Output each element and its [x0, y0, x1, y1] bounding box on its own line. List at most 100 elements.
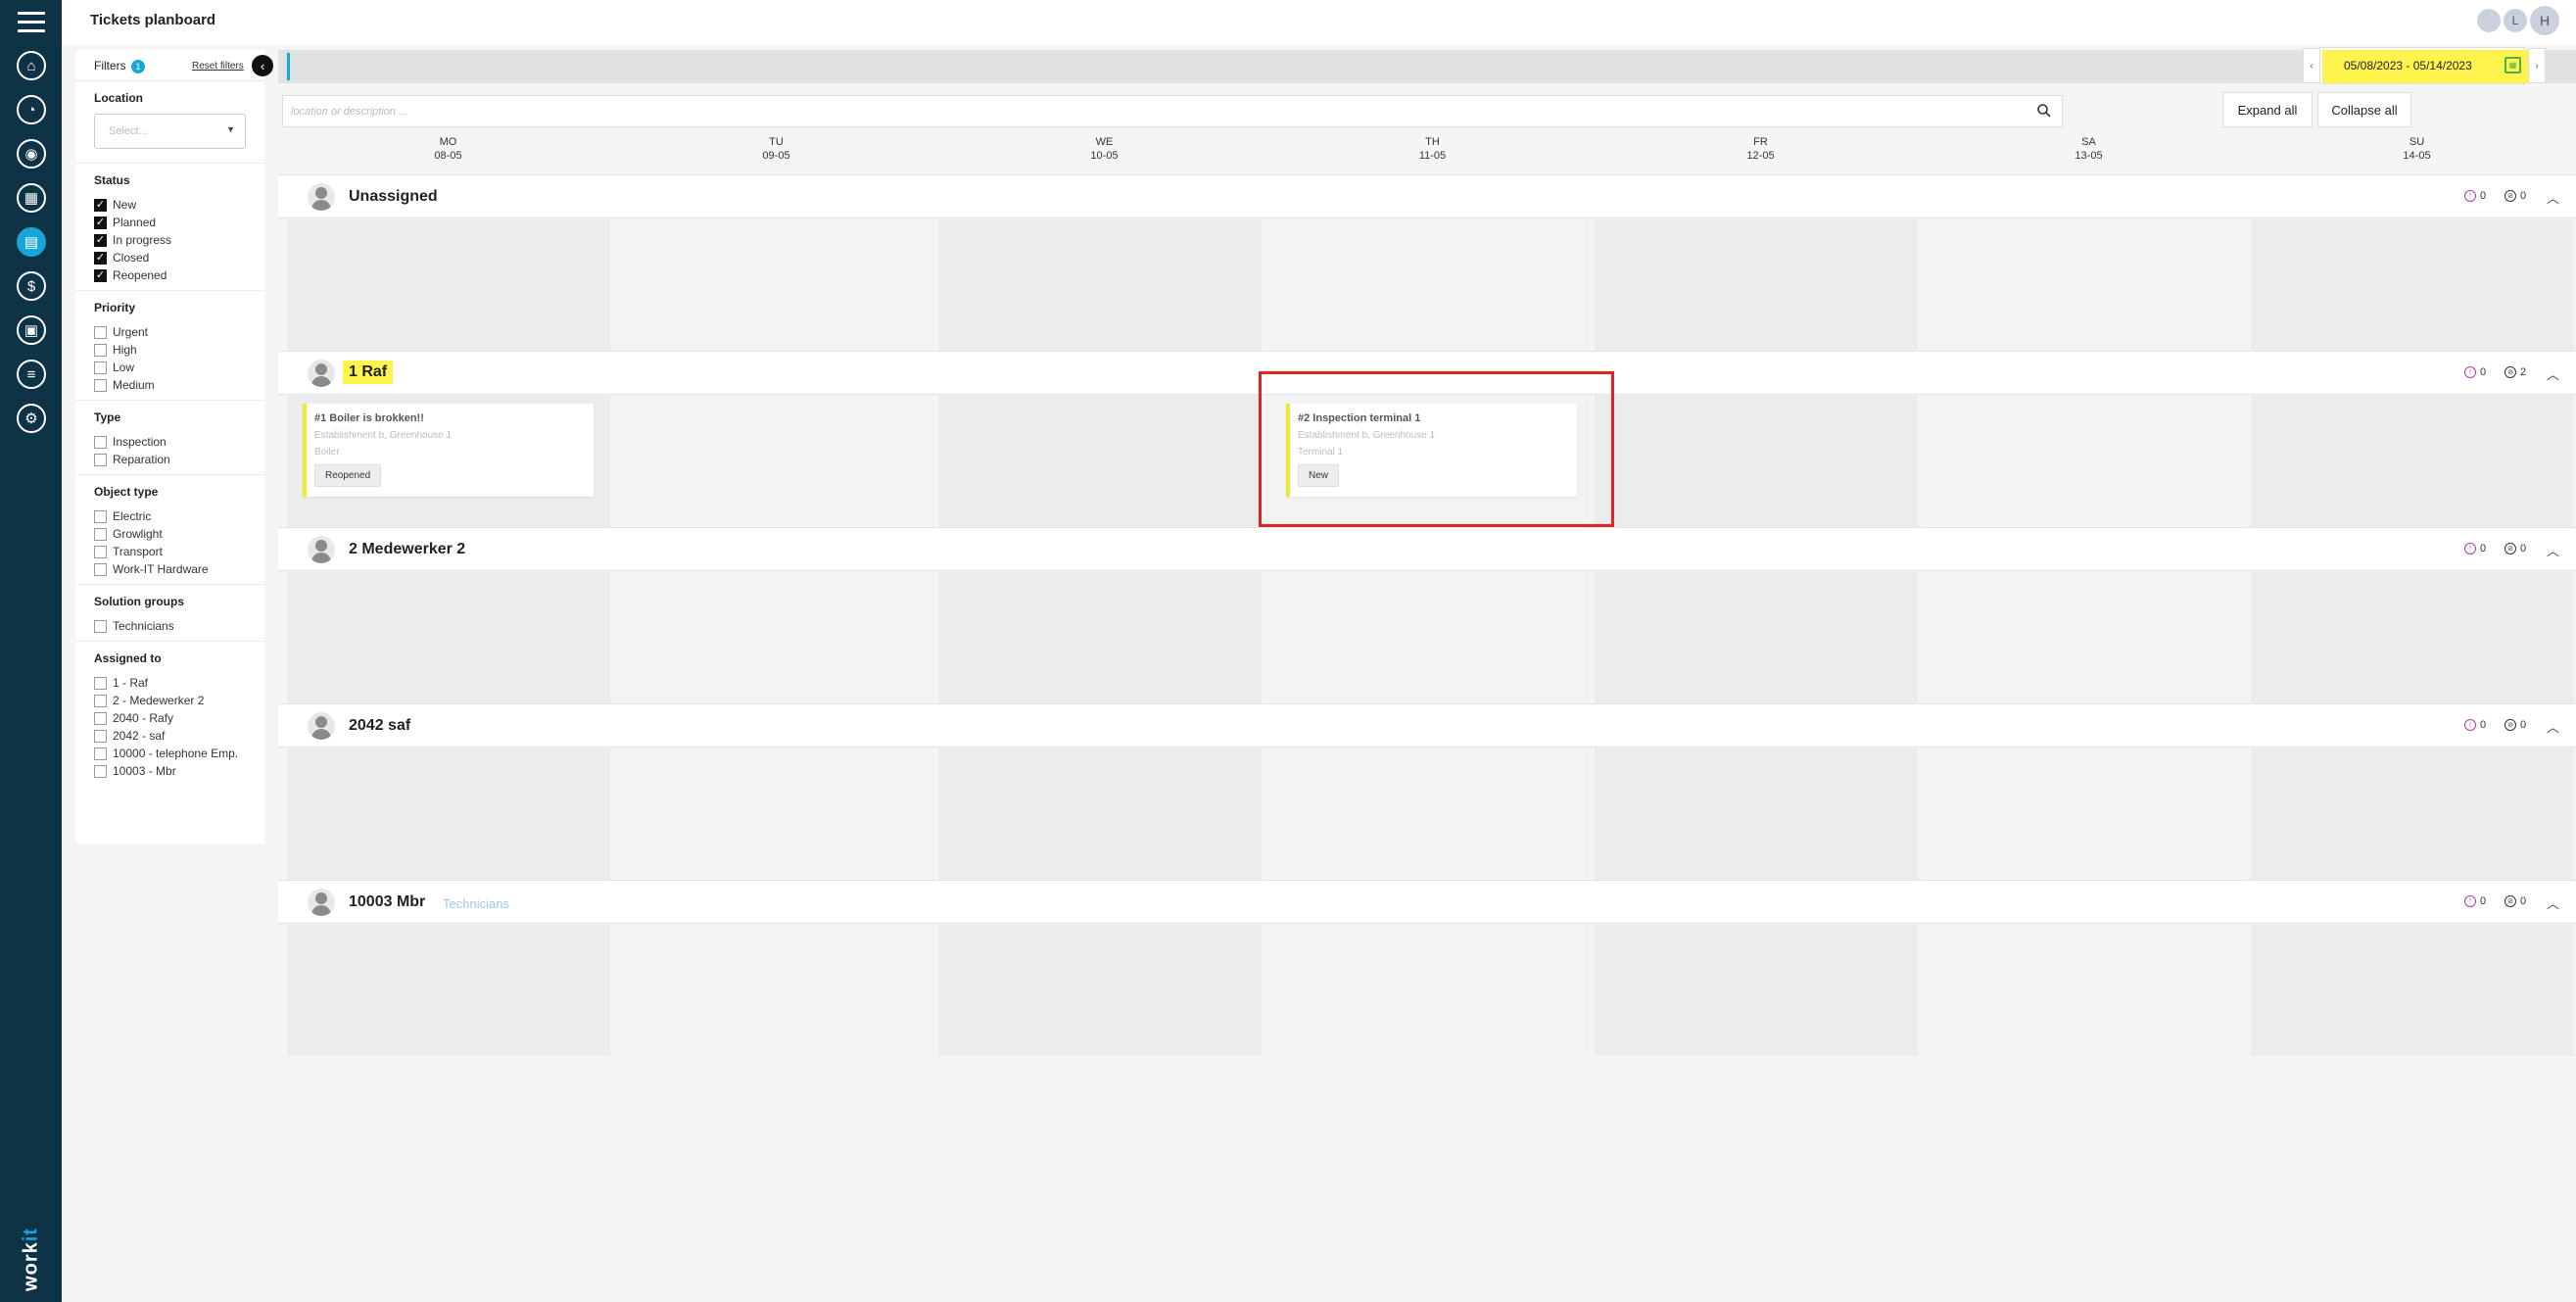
day-cell[interactable] — [938, 572, 1262, 703]
assigned-1-raf-checkbox[interactable]: 1 - Raf — [94, 674, 264, 692]
day-cell[interactable] — [287, 925, 610, 1056]
calendar-icon[interactable]: ▦ — [2504, 57, 2521, 73]
status-reopened-checkbox[interactable]: ✓ Reopened — [94, 266, 264, 284]
location-select[interactable]: Select... ▼ — [94, 114, 246, 149]
day-cell[interactable] — [610, 748, 933, 880]
row-name: 10003 Mbr — [349, 893, 426, 910]
reset-filters-link[interactable]: Reset filters — [192, 61, 244, 72]
status-in-progress-checkbox[interactable]: ✓ In progress — [94, 231, 264, 249]
day-cell[interactable] — [287, 748, 610, 880]
row-header-2-medewerker[interactable]: 2 Medewerker 2 ! 0 ⊘ 0 ︿ — [278, 527, 2576, 571]
chevron-down-icon: ▼ — [226, 124, 235, 134]
expand-all-button[interactable]: Expand all — [2222, 92, 2313, 127]
day-cell[interactable] — [1923, 748, 2246, 880]
chevron-up-icon[interactable]: ︿ — [2547, 364, 2559, 383]
day-cell[interactable] — [1266, 748, 1590, 880]
day-cell[interactable] — [1595, 925, 1918, 1056]
top-bar: Tickets planboard L H — [62, 0, 2576, 45]
day-cell[interactable] — [287, 219, 610, 351]
collapse-all-button[interactable]: Collapse all — [2317, 92, 2411, 127]
ticket-card[interactable]: #1 Boiler is brokken!! Establishment b, … — [303, 404, 594, 497]
dollar-icon[interactable]: $ — [17, 271, 46, 301]
day-cell[interactable] — [1595, 572, 1918, 703]
search-icon[interactable] — [2036, 103, 2052, 119]
type-reparation-checkbox[interactable]: Reparation — [94, 451, 264, 468]
day-cell[interactable] — [2251, 748, 2574, 880]
day-cell[interactable] — [2251, 219, 2574, 351]
priority-high-checkbox[interactable]: High — [94, 341, 264, 359]
page-title: Tickets planboard — [90, 12, 216, 28]
priority-low-checkbox[interactable]: Low — [94, 359, 264, 376]
report-icon[interactable]: ▣ — [17, 315, 46, 345]
toolbar-marker — [287, 53, 290, 80]
object-transport-checkbox[interactable]: Transport — [94, 543, 264, 560]
row-name: 1 Raf — [343, 361, 394, 384]
eye-icon[interactable]: ◉ — [17, 139, 46, 169]
date-range-picker[interactable]: ‹ 05/08/2023 - 05/14/2023 ▦ › — [2303, 47, 2546, 84]
prev-week-button[interactable]: ‹ — [2303, 48, 2320, 83]
clipboard-icon[interactable]: ▤ — [17, 227, 46, 257]
settings-icon[interactable]: ⚙ — [17, 404, 46, 433]
user-badge-l[interactable]: L — [2504, 9, 2527, 32]
assigned-10000-telephone-checkbox[interactable]: 10000 - telephone Emp. — [94, 745, 264, 762]
database-icon[interactable]: ≡ — [17, 360, 46, 389]
assigned-10003-mbr-checkbox[interactable]: 10003 - Mbr — [94, 762, 264, 780]
collapse-panel-icon[interactable]: ‹ — [252, 55, 273, 76]
row-name: 2 Medewerker 2 — [349, 541, 466, 557]
hamburger-menu-icon[interactable] — [18, 12, 45, 33]
assigned-2042-saf-checkbox[interactable]: 2042 - saf — [94, 727, 264, 745]
day-cell[interactable] — [1266, 219, 1590, 351]
day-cell[interactable] — [1595, 748, 1918, 880]
day-cell[interactable] — [610, 219, 933, 351]
day-cell[interactable] — [938, 925, 1262, 1056]
chevron-up-icon[interactable]: ︿ — [2547, 893, 2559, 912]
priority-medium-checkbox[interactable]: Medium — [94, 376, 264, 394]
day-cell[interactable] — [2251, 396, 2574, 527]
day-cell[interactable] — [1595, 219, 1918, 351]
group-technicians-checkbox[interactable]: Technicians — [94, 617, 264, 635]
day-cell[interactable] — [1923, 396, 2246, 527]
day-cell[interactable] — [938, 396, 1262, 527]
calculator-icon[interactable]: ▦ — [17, 183, 46, 213]
day-cell[interactable] — [1923, 572, 2246, 703]
day-header: MO 08-05 — [434, 136, 462, 162]
solution-groups-filter: Solution groups Technicians — [75, 585, 264, 642]
row-header-2042-saf[interactable]: 2042 saf ! 0 ⊘ 0 ︿ — [278, 703, 2576, 747]
assigned-2040-rafy-checkbox[interactable]: 2040 - Rafy — [94, 709, 264, 727]
day-cell[interactable] — [610, 396, 933, 527]
day-cell[interactable] — [610, 572, 933, 703]
day-cell[interactable] — [610, 925, 933, 1056]
object-electric-checkbox[interactable]: Electric — [94, 507, 264, 525]
avatar — [308, 712, 335, 740]
day-cell[interactable] — [1923, 219, 2246, 351]
avatar — [308, 889, 335, 916]
day-cell[interactable] — [938, 748, 1262, 880]
status-closed-checkbox[interactable]: ✓ Closed — [94, 249, 264, 266]
day-cell[interactable] — [2251, 925, 2574, 1056]
search-input[interactable]: location or description ... — [282, 95, 2063, 127]
day-cell[interactable] — [2251, 572, 2574, 703]
row-header-10003-mbr[interactable]: 10003 Mbr Technicians ! 0 ⊘ 0 ︿ — [278, 880, 2576, 924]
object-workit-hardware-checkbox[interactable]: Work-IT Hardware — [94, 560, 264, 578]
type-inspection-checkbox[interactable]: Inspection — [94, 433, 264, 451]
day-cell[interactable] — [1266, 572, 1590, 703]
row-header-unassigned[interactable]: Unassigned ! 0 ⊘ 0 ︿ — [278, 174, 2576, 218]
day-cell[interactable] — [287, 572, 610, 703]
day-cell[interactable] — [1266, 925, 1590, 1056]
assigned-2-medewerker-checkbox[interactable]: 2 - Medewerker 2 — [94, 692, 264, 709]
notifications-icon[interactable] — [2477, 9, 2501, 32]
object-growlight-checkbox[interactable]: Growlight — [94, 525, 264, 543]
status-planned-checkbox[interactable]: ✓ Planned — [94, 214, 264, 231]
home-icon[interactable]: ⌂ — [17, 51, 46, 80]
day-cell[interactable] — [1595, 396, 1918, 527]
day-cell[interactable] — [1923, 925, 2246, 1056]
priority-urgent-checkbox[interactable]: Urgent — [94, 323, 264, 341]
user-avatar[interactable]: H — [2530, 6, 2559, 35]
chevron-up-icon[interactable]: ︿ — [2547, 717, 2559, 736]
chevron-up-icon[interactable]: ︿ — [2547, 188, 2559, 207]
dashboard-icon[interactable]: ◔ — [17, 95, 46, 124]
status-new-checkbox[interactable]: ✓ New — [94, 196, 264, 214]
next-week-button[interactable]: › — [2528, 48, 2546, 83]
chevron-up-icon[interactable]: ︿ — [2547, 541, 2559, 559]
day-cell[interactable] — [938, 219, 1262, 351]
